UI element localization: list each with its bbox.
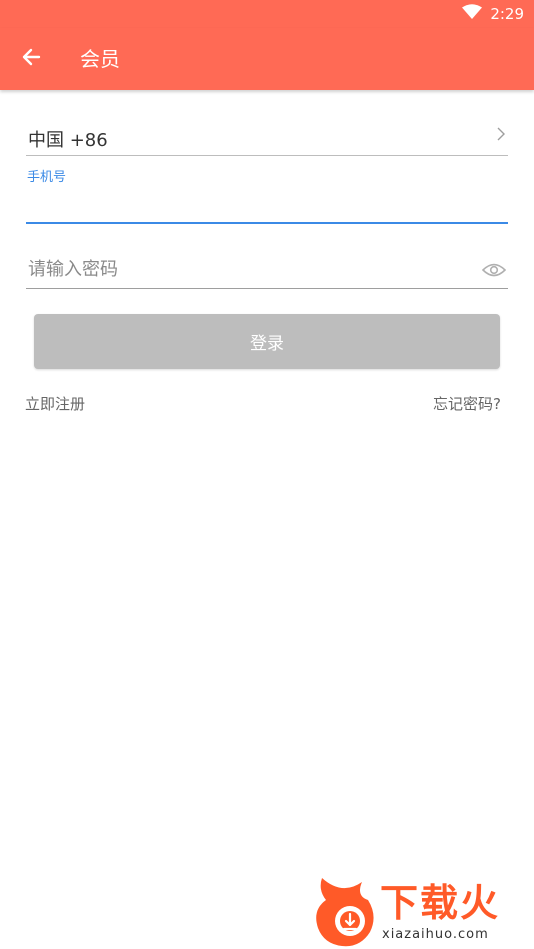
password-input[interactable] (26, 250, 466, 288)
phone-label: 手机号 (27, 170, 67, 185)
status-right: 2:29 (462, 4, 524, 24)
arrow-left-icon (21, 47, 41, 71)
status-time: 2:29 (490, 5, 524, 23)
watermark: 下载火 xiazaihuo.com (312, 876, 534, 949)
password-field (26, 250, 508, 289)
chevron-right-icon (496, 126, 506, 146)
watermark-url: xiazaihuo.com (382, 927, 489, 942)
status-bar: 2:29 (0, 0, 534, 28)
country-code-selector[interactable]: 中国 +86 (26, 120, 508, 156)
register-link[interactable]: 立即注册 (25, 393, 85, 414)
forgot-password-link[interactable]: 忘记密码? (433, 393, 501, 414)
flame-logo-icon (312, 876, 378, 949)
app-bar: 会员 (0, 28, 534, 90)
country-code-label: 中国 +86 (28, 130, 108, 151)
page-title: 会员 (80, 47, 120, 71)
phone-input[interactable] (26, 188, 508, 224)
login-button[interactable]: 登录 (34, 314, 500, 369)
eye-icon[interactable] (481, 260, 507, 280)
wifi-icon (462, 4, 483, 24)
watermark-brand: 下载火 (380, 881, 501, 925)
back-button[interactable] (14, 42, 48, 76)
